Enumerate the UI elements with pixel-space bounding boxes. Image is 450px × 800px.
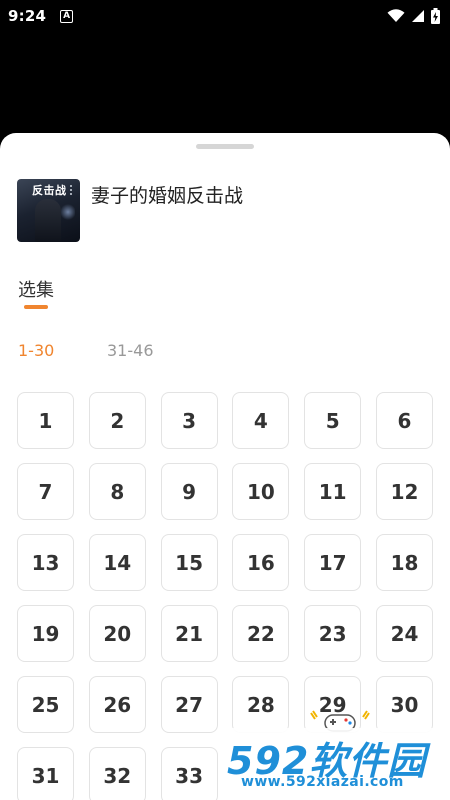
episode-button[interactable]: 20 bbox=[88, 605, 146, 662]
episode-button[interactable]: 2 bbox=[88, 392, 146, 449]
episode-button[interactable]: 6 bbox=[375, 392, 433, 449]
episode-button[interactable]: 19 bbox=[17, 605, 74, 662]
episode-button[interactable]: 32 bbox=[88, 747, 146, 800]
episode-button[interactable]: 15 bbox=[160, 534, 218, 591]
episode-button[interactable]: 7 bbox=[17, 463, 74, 520]
episode-button[interactable]: 25 bbox=[17, 676, 74, 733]
episode-button[interactable]: 10 bbox=[232, 463, 290, 520]
drama-poster: 反击战 bbox=[17, 179, 80, 242]
episode-button[interactable]: 30 bbox=[375, 676, 433, 733]
episode-button[interactable]: 21 bbox=[160, 605, 218, 662]
episode-button[interactable]: 22 bbox=[232, 605, 290, 662]
episode-button[interactable]: 1 bbox=[17, 392, 74, 449]
episode-button[interactable]: 31 bbox=[17, 747, 74, 800]
section-label-episodes: 选集 bbox=[18, 280, 54, 301]
range-tab-1-30[interactable]: 1-30 bbox=[18, 341, 54, 360]
poster-figure bbox=[35, 199, 61, 242]
episode-button[interactable]: 17 bbox=[304, 534, 362, 591]
site-watermark: 592软件园 www.592xiazai.com bbox=[223, 728, 450, 800]
episode-button[interactable]: 3 bbox=[160, 392, 218, 449]
wifi-icon bbox=[387, 9, 405, 22]
episode-button[interactable]: 26 bbox=[88, 676, 146, 733]
episode-button[interactable]: 14 bbox=[88, 534, 146, 591]
episode-button[interactable]: 5 bbox=[304, 392, 362, 449]
signal-icon bbox=[412, 10, 424, 22]
episode-button[interactable]: 18 bbox=[375, 534, 433, 591]
a-notification-icon: A bbox=[60, 9, 74, 23]
episode-button[interactable]: 27 bbox=[160, 676, 218, 733]
status-bar: 9:24 A bbox=[0, 0, 450, 32]
watermark-url: www.592xiazai.com bbox=[241, 774, 404, 790]
episode-button[interactable]: 11 bbox=[304, 463, 362, 520]
range-tab-31-46[interactable]: 31-46 bbox=[107, 341, 154, 360]
episode-button[interactable]: 23 bbox=[304, 605, 362, 662]
episode-button[interactable]: 24 bbox=[375, 605, 433, 662]
battery-charging-icon bbox=[431, 8, 440, 24]
episode-button[interactable]: 33 bbox=[160, 747, 218, 800]
section-underline bbox=[24, 305, 48, 309]
episode-button[interactable]: 28 bbox=[232, 676, 290, 733]
status-time: 9:24 bbox=[8, 7, 47, 25]
drama-title: 妻子的婚姻反击战 bbox=[91, 185, 244, 207]
episode-button[interactable]: 12 bbox=[375, 463, 433, 520]
episode-button[interactable]: 9 bbox=[160, 463, 218, 520]
episode-button[interactable]: 16 bbox=[232, 534, 290, 591]
episode-button[interactable]: 4 bbox=[232, 392, 290, 449]
episode-button[interactable]: 8 bbox=[88, 463, 146, 520]
sheet-drag-handle[interactable] bbox=[196, 144, 254, 149]
poster-title-text: 反击战 bbox=[32, 184, 67, 197]
status-icons bbox=[387, 8, 440, 24]
episode-button[interactable]: 13 bbox=[17, 534, 74, 591]
episode-sheet: 反击战 妻子的婚姻反击战 选集 1-30 31-46 1 2 3 4 5 6 7… bbox=[0, 133, 450, 800]
